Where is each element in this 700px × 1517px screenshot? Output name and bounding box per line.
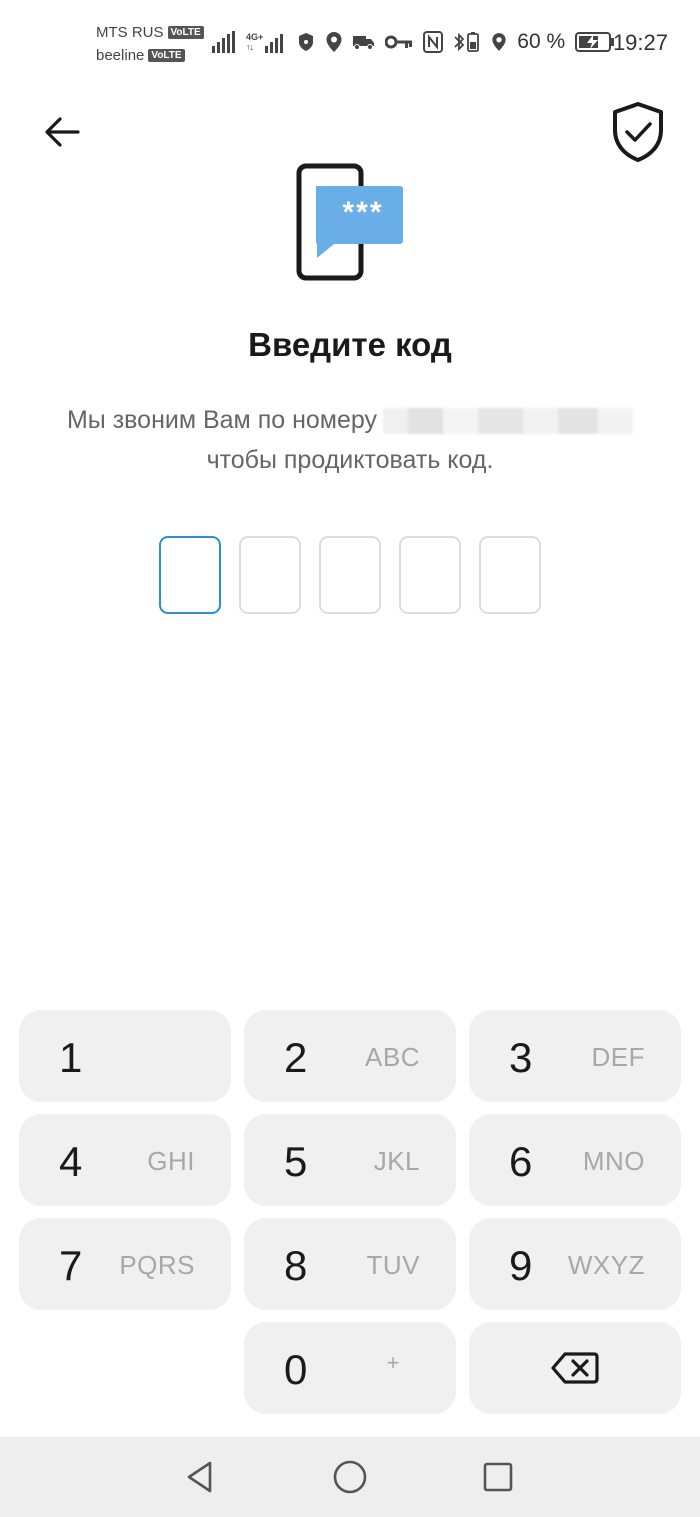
key-empty: [19, 1322, 231, 1414]
description: Мы звоним Вам по номеру чтобы продиктова…: [40, 400, 660, 480]
code-digit-box-1[interactable]: [159, 536, 221, 614]
backspace-icon: [551, 1352, 599, 1384]
description-line-1: Мы звоним Вам по номеру: [40, 400, 660, 440]
key-2[interactable]: 2 ABC: [244, 1010, 456, 1102]
key-8[interactable]: 8 TUV: [244, 1218, 456, 1310]
key-digit: 0: [284, 1346, 308, 1393]
key-digit: 7: [59, 1242, 83, 1289]
description-line-2: чтобы продиктовать код.: [206, 446, 494, 474]
backspace-key[interactable]: [469, 1322, 681, 1414]
key-digit: 2: [284, 1034, 308, 1081]
arrow-left-icon: [45, 117, 80, 147]
key-5[interactable]: 5 JKL: [244, 1114, 456, 1206]
triangle-back-icon: [187, 1461, 212, 1493]
shield-check-icon: [613, 102, 663, 162]
nfc-icon: [423, 31, 444, 53]
sms-bubble-text: ***: [342, 196, 384, 229]
key-letters: TUV: [366, 1250, 420, 1280]
signal-icon: [212, 31, 235, 53]
key-letters: ABC: [365, 1042, 420, 1072]
key-digit: 1: [59, 1034, 83, 1081]
key-digit: 3: [509, 1034, 533, 1081]
key-1[interactable]: 1: [19, 1010, 231, 1102]
key-3[interactable]: 3 DEF: [469, 1010, 681, 1102]
key-digit: 9: [509, 1242, 533, 1289]
square-recents-icon: [483, 1462, 513, 1492]
code-digit-box-2[interactable]: [239, 536, 301, 614]
circle-home-icon: [333, 1460, 367, 1494]
phone-sms-code-icon: ***: [294, 160, 406, 284]
security-shield-button[interactable]: [610, 100, 666, 164]
carrier-2-name: beeline: [96, 47, 145, 64]
location-icon: [326, 32, 342, 52]
status-icons: 4G+ ↑↓ 60 %: [212, 30, 615, 54]
key-6[interactable]: 6 MNO: [469, 1114, 681, 1206]
nav-recents-button[interactable]: [478, 1457, 518, 1497]
location-icon-2: [492, 33, 506, 51]
nav-home-button[interactable]: [330, 1457, 370, 1497]
key-digit: 5: [284, 1138, 308, 1185]
code-digit-box-3[interactable]: [319, 536, 381, 614]
carrier-1-name: MTS RUS: [96, 24, 164, 41]
navigation-bar: [0, 1437, 700, 1517]
status-bar: MTS RUS VoLTE beeline VoLTE 4G+ ↑↓ 60 % …: [0, 0, 700, 80]
volte-badge: VoLTE: [167, 26, 204, 39]
network-type-icon: 4G+ ↑↓: [246, 32, 264, 52]
carrier-1: MTS RUS VoLTE: [96, 24, 204, 41]
page-title: Введите код: [248, 326, 452, 363]
key-letters: JKL: [373, 1146, 420, 1176]
back-button[interactable]: [40, 112, 84, 152]
key-4[interactable]: 4 GHI: [19, 1114, 231, 1206]
key-letters: WXYZ: [567, 1250, 645, 1280]
key-letters: PQRS: [119, 1250, 195, 1280]
code-digit-box-5[interactable]: [479, 536, 541, 614]
clock: 19:27: [612, 30, 668, 55]
truck-icon: [353, 36, 375, 50]
bluetooth-battery-icon: [454, 32, 480, 52]
key-letters: DEF: [591, 1042, 645, 1072]
nav-back-button[interactable]: [180, 1457, 220, 1497]
signal-icon-2: [265, 34, 284, 53]
key-9[interactable]: 9 WXYZ: [469, 1218, 681, 1310]
key-letters: MNO: [582, 1146, 645, 1176]
code-input[interactable]: [159, 536, 541, 614]
carrier-2: beeline VoLTE: [96, 47, 185, 64]
numeric-keypad: 1 2 ABC 3 DEF 4 GHI 5 JKL 6 MNO 7 PQRS 8: [19, 1010, 681, 1414]
key-letters: GHI: [147, 1146, 195, 1176]
key-0[interactable]: 0 +: [244, 1322, 456, 1414]
key-7[interactable]: 7 PQRS: [19, 1218, 231, 1310]
volte-badge: VoLTE: [148, 49, 185, 62]
key-digit: 4: [59, 1138, 83, 1185]
battery-percent: 60 %: [517, 30, 566, 53]
key-icon: [385, 35, 413, 49]
key-digit: 6: [509, 1138, 533, 1185]
battery-charging-icon: [575, 32, 615, 52]
screen: MTS RUS VoLTE beeline VoLTE 4G+ ↑↓ 60 % …: [0, 0, 700, 1517]
key-letters: +: [386, 1350, 400, 1375]
phone-number-redacted: [383, 408, 634, 435]
key-digit: 8: [284, 1242, 308, 1289]
vpn-shield-icon: [299, 33, 314, 51]
code-digit-box-4[interactable]: [399, 536, 461, 614]
